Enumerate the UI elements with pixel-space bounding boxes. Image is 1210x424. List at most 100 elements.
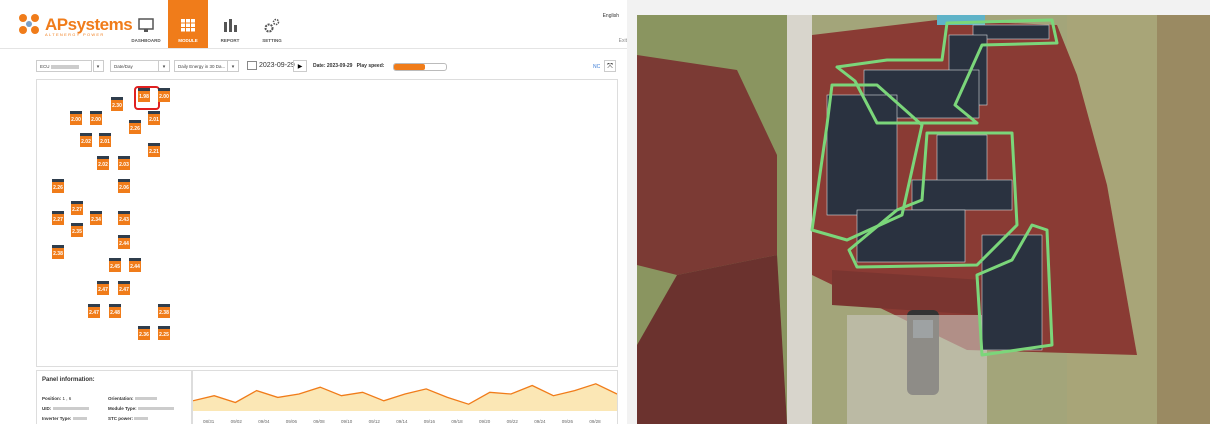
panel-array-center-lower — [911, 179, 1013, 211]
playback-info: Date: 2023-09-29 Play speed: — [313, 60, 384, 72]
inverter-redacted — [72, 417, 87, 421]
panel-p7[interactable]: 2.26 — [129, 120, 141, 134]
panel-p24[interactable]: 2.47 — [97, 281, 109, 295]
panel-p30[interactable]: 2.25 — [158, 326, 170, 340]
play-speed-slider[interactable] — [393, 63, 447, 71]
nc-toggle[interactable]: NC — [593, 64, 600, 70]
orientation-row: Orientation: — [108, 396, 157, 401]
nav-label: REPORT — [220, 38, 240, 43]
fullscreen-button[interactable]: ⤧ — [604, 60, 616, 72]
module-toolbar: ECU ▾ Date/Day ▾ Daily Energy in 30 Da..… — [0, 56, 627, 78]
panel-p1[interactable]: 2.30 — [111, 97, 123, 111]
trend-area — [193, 383, 617, 411]
gear-icon — [264, 18, 280, 33]
calendar-icon — [247, 60, 257, 70]
panel-p19[interactable]: 2.35 — [71, 223, 83, 237]
date-tick: 09/14 — [396, 419, 408, 424]
module-row: Module Type: — [108, 406, 174, 411]
brand-tagline: ALTENERGY POWER — [45, 32, 105, 37]
panel-p8[interactable]: 2.02 — [80, 133, 92, 147]
panel-p20[interactable]: 2.44 — [118, 235, 130, 249]
chevron-down-icon: ▾ — [96, 64, 100, 70]
energy-trend-chart: 08/31 09/02 09/04 09/06 09/08 09/10 09/12 09/14… — [192, 370, 618, 424]
ecu-select[interactable]: ECU — [36, 60, 92, 72]
panel-p22[interactable]: 2.45 — [109, 258, 121, 272]
date-tick: 09/06 — [286, 419, 298, 424]
panel-p14[interactable]: 2.06 — [118, 179, 130, 193]
main-nav: DASHBOARD MODULE REPORT SETTING — [126, 0, 294, 48]
panel-p2[interactable]: 1.98 — [138, 88, 150, 102]
date-tick: 09/24 — [534, 419, 546, 424]
panel-p4[interactable]: 2.00 — [70, 111, 82, 125]
exit-link[interactable]: Exit — [619, 38, 627, 44]
inverter-row: Inverter Type: — [42, 416, 87, 421]
panel-p23[interactable]: 2.44 — [129, 258, 141, 272]
panel-p25[interactable]: 2.47 — [118, 281, 130, 295]
play-speed-fill — [394, 64, 426, 70]
energy-trend-svg: 08/31 09/02 09/04 09/06 09/08 09/10 09/12 09/14… — [192, 383, 618, 424]
panel-p21[interactable]: 2.38 — [52, 245, 64, 259]
date-tick: 09/12 — [369, 419, 381, 424]
energy-select[interactable]: Daily Energy in 30 Da... ▾ — [174, 60, 239, 72]
play-icon: ▶ — [297, 64, 303, 70]
expand-icon: ⤧ — [607, 63, 613, 70]
panel-p5[interactable]: 2.00 — [90, 111, 102, 125]
panel-p10[interactable]: 2.21 — [148, 143, 160, 157]
date-tick: 08/31 — [203, 419, 215, 424]
panel-info-title: Panel information: — [42, 377, 95, 383]
nav-dashboard[interactable]: DASHBOARD — [126, 0, 166, 48]
date-value: 2023-09-29 — [259, 62, 295, 69]
nav-module[interactable]: MODULE — [168, 0, 208, 48]
roof-photo-illustration — [637, 15, 1210, 424]
language-selector[interactable]: English — [603, 13, 619, 19]
panel-p27[interactable]: 2.48 — [109, 304, 121, 318]
panel-p26[interactable]: 2.47 — [88, 304, 100, 318]
module-redacted — [137, 407, 174, 411]
panel-p15[interactable]: 2.27 — [71, 201, 83, 215]
orientation-label: Orientation: — [108, 396, 134, 401]
play-button[interactable]: ▶ — [293, 60, 307, 72]
date-tick: 09/28 — [589, 419, 601, 424]
brand-name: APsystems — [45, 14, 133, 34]
nav-label: SETTING — [262, 38, 282, 43]
panel-p9[interactable]: 2.01 — [99, 133, 111, 147]
ecu-select-value: ECU — [40, 64, 51, 69]
panel-array-bottom-left — [856, 209, 966, 263]
monitoring-app: APsystems ALTENERGY POWER DASHBOARD MODU… — [0, 0, 627, 424]
panel-p17[interactable]: 2.34 — [90, 211, 102, 225]
mode-select[interactable]: Date/Day ▾ — [110, 60, 170, 72]
nav-report[interactable]: REPORT — [210, 0, 250, 48]
panel-p6[interactable]: 2.01 — [148, 111, 160, 125]
orientation-redacted — [134, 397, 157, 401]
play-speed-label: Play speed: — [356, 63, 385, 69]
panel-p12[interactable]: 2.03 — [118, 156, 130, 170]
stc-row: STC power: — [108, 416, 149, 421]
nav-setting[interactable]: SETTING — [252, 0, 292, 48]
panel-p18[interactable]: 2.43 — [118, 211, 130, 225]
module-label: Module Type: — [108, 406, 137, 411]
position-row: Position: 1 , 6 — [42, 396, 71, 401]
brand-logo[interactable]: APsystems ALTENERGY POWER — [18, 13, 133, 37]
stc-label: STC power: — [108, 416, 134, 421]
date-tick: 09/02 — [231, 419, 243, 424]
chevron-down-icon: ▾ — [227, 61, 238, 71]
date-tick: 09/08 — [313, 419, 325, 424]
monitor-icon — [138, 18, 154, 32]
panel-information: Panel information: Position: 1 , 6 UID: … — [36, 370, 192, 424]
bar-chart-icon — [224, 19, 237, 32]
nav-label: DASHBOARD — [131, 38, 161, 43]
panel-p11[interactable]: 2.02 — [97, 156, 109, 170]
energy-select-value: Daily Energy in 30 Da... — [178, 64, 226, 69]
panel-p13[interactable]: 2.26 — [52, 179, 64, 193]
date-picker[interactable]: 2023-09-29 — [247, 60, 295, 72]
ecu-select-arrow[interactable]: ▾ — [93, 60, 104, 72]
grid-icon — [181, 19, 195, 32]
panel-p29[interactable]: 2.36 — [138, 326, 150, 340]
panel-p28[interactable]: 2.38 — [158, 304, 170, 318]
mode-select-value: Date/Day — [114, 64, 133, 69]
panel-p16[interactable]: 2.27 — [52, 211, 64, 225]
panel-p3[interactable]: 2.00 — [158, 88, 170, 102]
dirt-area — [1157, 15, 1210, 424]
panel-array-left — [826, 94, 898, 216]
date-tick: 09/10 — [341, 419, 353, 424]
